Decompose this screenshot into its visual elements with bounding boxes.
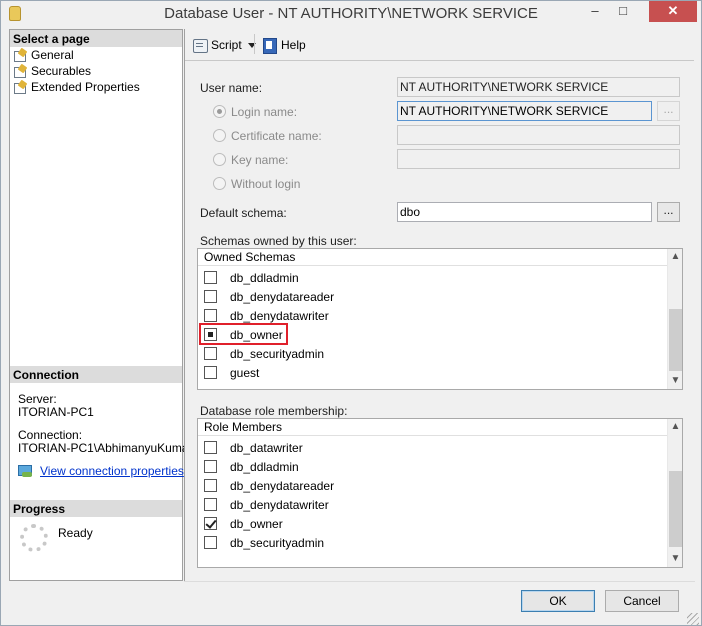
- owned-schemas-scrollbar[interactable]: ▲ ▼: [667, 249, 682, 389]
- connection-properties-icon: [18, 464, 34, 478]
- script-button[interactable]: Script: [192, 34, 242, 56]
- page-extended-properties-label: Extended Properties: [31, 80, 140, 94]
- certificate-name-radio[interactable]: [213, 129, 226, 142]
- role-name: db_securityadmin: [230, 536, 325, 550]
- maximize-button[interactable]: □: [609, 1, 637, 22]
- role-membership-label: Database role membership:: [200, 404, 348, 418]
- schema-name: db_ddladmin: [230, 271, 299, 285]
- connection-value: ITORIAN-PC1\AbhimanyuKumar: [18, 441, 193, 455]
- page-icon: [13, 65, 27, 78]
- schema-name: db_securityadmin: [230, 347, 325, 361]
- cancel-button[interactable]: Cancel: [605, 590, 679, 612]
- default-schema-field[interactable]: dbo: [397, 202, 652, 222]
- footer-divider: [184, 581, 695, 582]
- server-label: Server:: [18, 392, 57, 406]
- role-checkbox[interactable]: [204, 460, 217, 473]
- help-label: Help: [281, 38, 306, 52]
- resize-grip-icon[interactable]: [687, 613, 699, 625]
- schema-checkbox[interactable]: [204, 290, 217, 303]
- certificate-name-field[interactable]: [397, 125, 680, 145]
- login-name-radio[interactable]: [213, 105, 226, 118]
- page-securables[interactable]: Securables: [13, 63, 91, 79]
- without-login-radio[interactable]: [213, 177, 226, 190]
- schema-name: db_denydatawriter: [230, 309, 329, 323]
- role-members-grid: Role Members db_datawriter db_ddladmin d…: [197, 418, 683, 568]
- owned-schemas-grid: Owned Schemas db_ddladmin db_denydatarea…: [197, 248, 683, 390]
- role-checkbox[interactable]: [204, 441, 217, 454]
- scrollbar-thumb[interactable]: [669, 309, 682, 371]
- page-securables-label: Securables: [31, 64, 92, 78]
- db-owner-highlight-box: [199, 323, 288, 345]
- key-name-label: Key name:: [231, 153, 289, 167]
- database-user-window: Database User - NT AUTHORITY\NETWORK SER…: [0, 0, 702, 626]
- schema-checkbox[interactable]: [204, 347, 217, 360]
- server-value: ITORIAN-PC1: [18, 405, 94, 419]
- role-checkbox[interactable]: [204, 498, 217, 511]
- role-name: db_denydatawriter: [230, 498, 329, 512]
- minimize-button[interactable]: –: [581, 1, 609, 22]
- key-name-radio[interactable]: [213, 153, 226, 166]
- progress-spinner-icon: [20, 524, 48, 552]
- role-name: db_owner: [230, 517, 283, 531]
- user-name-label: User name:: [200, 81, 263, 95]
- scrollbar-thumb[interactable]: [669, 471, 682, 547]
- left-panel: Select a page General Securables Extende…: [9, 29, 193, 581]
- login-name-label: Login name:: [231, 105, 298, 119]
- schema-checkbox[interactable]: [204, 271, 217, 284]
- help-button[interactable]: Help: [262, 34, 306, 56]
- role-checkbox[interactable]: [204, 479, 217, 492]
- page-general-label: General: [31, 48, 74, 62]
- scroll-up-icon[interactable]: ▲: [668, 419, 683, 435]
- script-label: Script: [211, 38, 242, 52]
- connection-heading: Connection: [10, 366, 182, 383]
- schema-name: db_denydatareader: [230, 290, 335, 304]
- schemas-owned-label: Schemas owned by this user:: [200, 234, 357, 248]
- scroll-down-icon[interactable]: ▼: [668, 373, 683, 389]
- certificate-name-label: Certificate name:: [231, 129, 322, 143]
- select-page-heading: Select a page: [10, 30, 182, 47]
- role-members-header: Role Members: [198, 419, 667, 436]
- schema-checkbox[interactable]: [204, 309, 217, 322]
- schema-name: guest: [230, 366, 260, 380]
- page-general[interactable]: General: [13, 47, 74, 63]
- scroll-down-icon[interactable]: ▼: [668, 551, 683, 567]
- page-icon: [13, 49, 27, 62]
- role-checkbox[interactable]: [204, 536, 217, 549]
- scroll-up-icon[interactable]: ▲: [668, 249, 683, 265]
- login-name-field[interactable]: NT AUTHORITY\NETWORK SERVICE: [397, 101, 652, 121]
- progress-heading: Progress: [10, 500, 182, 517]
- owned-schemas-header: Owned Schemas: [198, 249, 667, 266]
- login-name-browse-button[interactable]: ...: [657, 101, 680, 121]
- key-name-field[interactable]: [397, 149, 680, 169]
- role-name: db_denydatareader: [230, 479, 335, 493]
- default-schema-label: Default schema:: [200, 206, 287, 220]
- ok-button[interactable]: OK: [521, 590, 595, 612]
- title-bar: Database User - NT AUTHORITY\NETWORK SER…: [1, 1, 701, 27]
- close-button[interactable]: ✕: [649, 1, 697, 22]
- page-icon: [13, 81, 27, 94]
- script-icon: [192, 38, 208, 53]
- progress-status: Ready: [58, 526, 93, 540]
- connection-label: Connection:: [18, 428, 83, 442]
- role-name: db_datawriter: [230, 441, 303, 455]
- default-schema-browse-button[interactable]: ...: [657, 202, 680, 222]
- schema-checkbox[interactable]: [204, 366, 217, 379]
- role-checkbox[interactable]: [204, 517, 217, 530]
- role-members-scrollbar[interactable]: ▲ ▼: [667, 419, 682, 567]
- toolbar-divider: [185, 60, 694, 61]
- role-name: db_ddladmin: [230, 460, 299, 474]
- toolbar-separator: [254, 34, 255, 54]
- page-extended-properties[interactable]: Extended Properties: [13, 79, 140, 95]
- user-name-field[interactable]: NT AUTHORITY\NETWORK SERVICE: [397, 77, 680, 97]
- without-login-label: Without login: [231, 177, 301, 191]
- view-connection-properties-link[interactable]: View connection properties: [40, 464, 184, 478]
- help-icon: [262, 38, 278, 54]
